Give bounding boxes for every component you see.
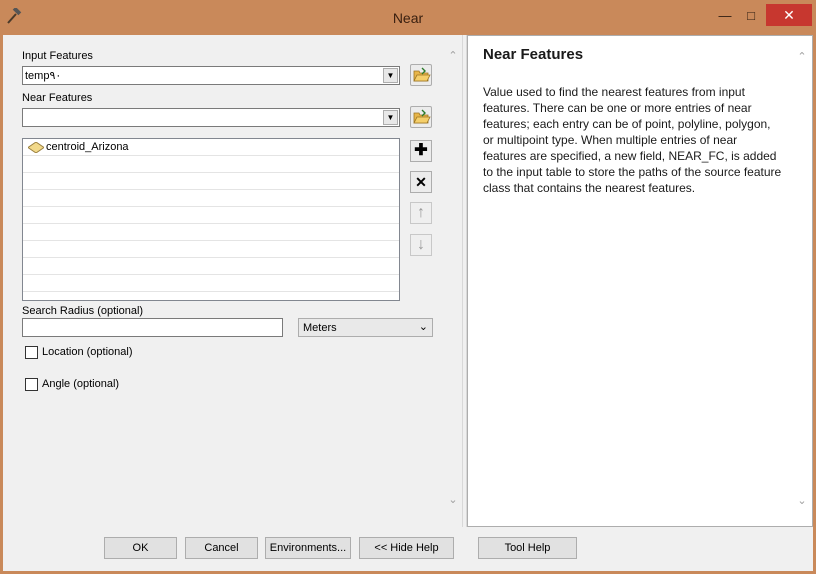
list-row-empty xyxy=(23,275,399,292)
parameters-panel: Input Features temp٩٠ ▼ Near Features ▼ xyxy=(3,35,462,527)
chevron-up-icon[interactable]: ⌃ xyxy=(796,50,808,63)
cancel-button[interactable]: Cancel xyxy=(185,537,258,559)
window-title: Near xyxy=(392,10,424,26)
search-radius-label: Search Radius (optional) xyxy=(22,305,144,317)
input-features-combo[interactable]: temp٩٠ ▼ xyxy=(22,66,400,85)
list-row-empty xyxy=(23,207,399,224)
list-row-empty xyxy=(23,224,399,241)
location-checkbox[interactable] xyxy=(25,346,38,359)
list-item[interactable]: centroid_Arizona xyxy=(23,139,399,156)
folder-open-icon xyxy=(413,67,431,82)
angle-checkbox[interactable] xyxy=(25,378,38,391)
add-icon[interactable]: ✚ xyxy=(410,140,432,162)
list-row-empty xyxy=(23,258,399,275)
near-tool-window: Near — □ ✕ Input Features temp٩٠ ▼ Near … xyxy=(0,0,816,574)
environments-button[interactable]: Environments... xyxy=(265,537,351,559)
move-down-icon[interactable]: ↓ xyxy=(410,234,432,256)
list-item-label: centroid_Arizona xyxy=(46,141,129,153)
help-body: Value used to find the nearest features … xyxy=(483,85,782,195)
dialog-button-bar: OK Cancel Environments... << Hide Help T… xyxy=(3,527,813,571)
folder-open-icon xyxy=(413,109,431,124)
near-features-list[interactable]: centroid_Arizona xyxy=(22,138,400,301)
move-up-icon[interactable]: ↑ xyxy=(410,202,432,224)
parameters-scrollbar[interactable]: ⌃ ⌄ xyxy=(445,35,461,527)
search-radius-unit-select[interactable]: Meters ⌄ xyxy=(298,318,433,337)
chevron-up-icon[interactable]: ⌃ xyxy=(447,49,459,62)
minimize-button[interactable]: — xyxy=(712,6,738,26)
dialog-client-area: Input Features temp٩٠ ▼ Near Features ▼ xyxy=(3,35,813,571)
input-features-label: Input Features xyxy=(22,50,93,62)
maximize-button[interactable]: □ xyxy=(738,6,764,26)
list-row-empty xyxy=(23,156,399,173)
chevron-down-icon: ⌄ xyxy=(418,321,428,333)
search-radius-unit-value: Meters xyxy=(303,322,337,334)
angle-label: Angle (optional) xyxy=(42,378,120,390)
search-radius-input[interactable] xyxy=(22,318,283,337)
ok-button[interactable]: OK xyxy=(104,537,177,559)
near-features-combo[interactable]: ▼ xyxy=(22,108,400,127)
near-features-label: Near Features xyxy=(22,92,93,104)
input-features-browse-button[interactable] xyxy=(410,64,432,86)
help-panel: Near Features Value used to find the nea… xyxy=(467,35,813,527)
hide-help-button[interactable]: << Hide Help xyxy=(359,537,454,559)
location-label: Location (optional) xyxy=(42,346,133,358)
near-features-browse-button[interactable] xyxy=(410,106,432,128)
input-features-value: temp٩٠ xyxy=(25,70,62,82)
remove-icon[interactable]: ✕ xyxy=(410,171,432,193)
help-title: Near Features xyxy=(483,46,584,63)
chevron-down-icon[interactable]: ▼ xyxy=(383,110,398,125)
help-scrollbar[interactable]: ⌃ ⌄ xyxy=(794,36,810,528)
chevron-down-icon[interactable]: ▼ xyxy=(383,68,398,83)
list-row-empty xyxy=(23,241,399,258)
point-feature-icon xyxy=(28,142,44,153)
list-row-empty xyxy=(23,190,399,207)
close-button[interactable]: ✕ xyxy=(766,4,812,26)
chevron-down-icon[interactable]: ⌄ xyxy=(447,493,459,506)
list-row-empty xyxy=(23,173,399,190)
chevron-down-icon[interactable]: ⌄ xyxy=(796,494,808,507)
tool-help-button[interactable]: Tool Help xyxy=(478,537,577,559)
title-bar[interactable]: Near — □ ✕ xyxy=(0,0,816,35)
